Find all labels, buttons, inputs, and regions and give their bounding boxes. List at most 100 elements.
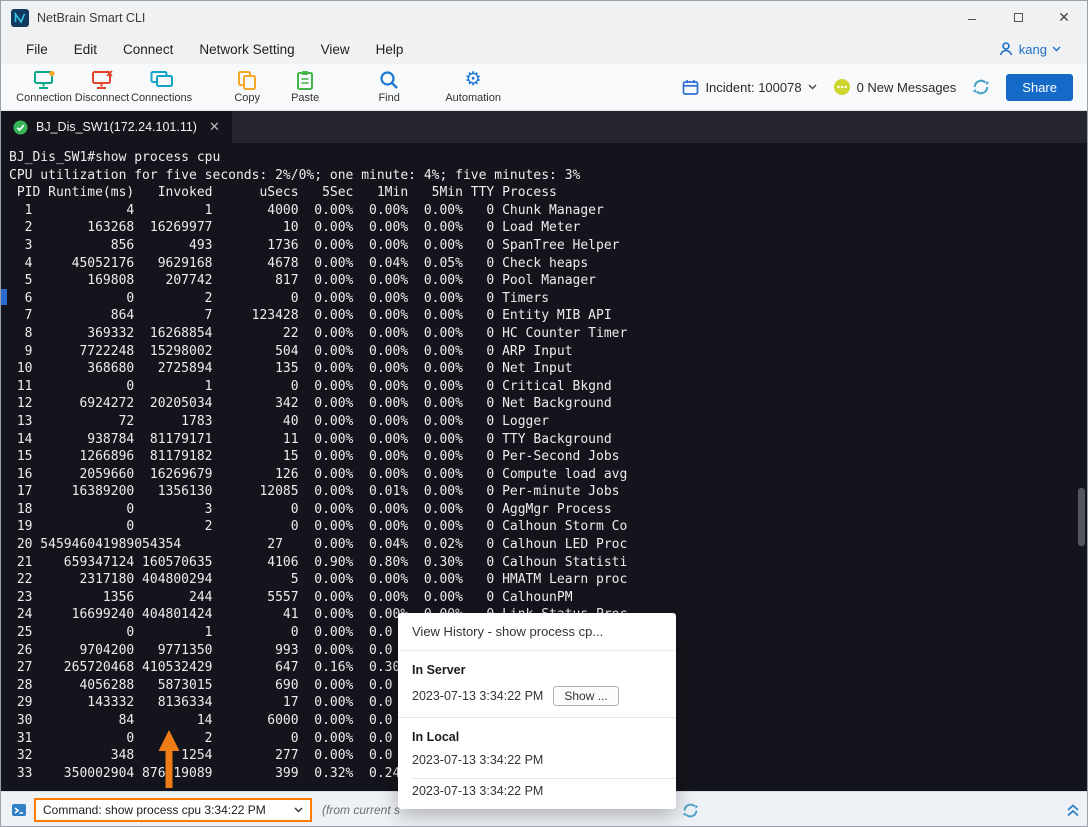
terminal-line: 19 0 2 0 0.00% 0.00% 0.00% 0 Calhoun Sto… xyxy=(9,518,1088,536)
terminal-scrollbar[interactable] xyxy=(1078,488,1085,546)
copy-button[interactable]: Copy xyxy=(218,65,276,110)
terminal-line: 12 6924272 20205034 342 0.00% 0.00% 0.00… xyxy=(9,395,1088,413)
sync-icon[interactable] xyxy=(972,78,990,96)
terminal-line: 1 4 1 4000 0.00% 0.00% 0.00% 0 Chunk Man… xyxy=(9,202,1088,220)
messages-indicator[interactable]: 0 New Messages xyxy=(833,78,957,96)
minimize-icon: – xyxy=(968,10,976,26)
terminal-line: 21 659347124 160570635 4106 0.90% 0.80% … xyxy=(9,554,1088,572)
terminal-line: 23 1356 244 5557 0.00% 0.00% 0.00% 0 Cal… xyxy=(9,589,1088,607)
automation-label: Automation xyxy=(445,92,501,104)
menu-network-setting[interactable]: Network Setting xyxy=(186,38,307,61)
terminal-line: 9 7722248 15298002 504 0.00% 0.00% 0.00%… xyxy=(9,343,1088,361)
connections-label: Connections xyxy=(131,92,192,104)
netbrain-logo-icon xyxy=(11,9,29,27)
share-button[interactable]: Share xyxy=(1006,74,1073,101)
close-button[interactable]: ✕ xyxy=(1041,1,1087,34)
terminal-line: 3 856 493 1736 0.00% 0.00% 0.00% 0 SpanT… xyxy=(9,237,1088,255)
automation-gear-icon: ⚙ xyxy=(465,70,482,90)
calendar-icon xyxy=(682,79,699,96)
paste-label: Paste xyxy=(291,92,319,104)
incident-dropdown[interactable]: Incident: 100078 xyxy=(682,79,816,96)
terminal-line: 20 545946041989054354 27 0.00% 0.04% 0.0… xyxy=(9,536,1088,554)
terminal-line: 4 45052176 9629168 4678 0.00% 0.04% 0.05… xyxy=(9,255,1088,273)
menu-view[interactable]: View xyxy=(308,38,363,61)
command-label: Command: show process cpu 3:34:22 PM xyxy=(43,803,266,817)
popup-title: View History - show process cp... xyxy=(398,613,676,651)
connections-button[interactable]: Connections xyxy=(131,65,192,110)
menu-help[interactable]: Help xyxy=(363,38,417,61)
copy-icon xyxy=(237,70,257,90)
chevron-down-icon xyxy=(294,807,303,813)
automation-button[interactable]: ⚙ Automation xyxy=(444,65,502,110)
tab-title: BJ_Dis_SW1(172.24.101.11) xyxy=(36,120,197,134)
collapse-panel-icon[interactable] xyxy=(1065,802,1081,818)
terminal-line: 16 2059660 16269679 126 0.00% 0.00% 0.00… xyxy=(9,466,1088,484)
tab-bar: BJ_Dis_SW1(172.24.101.11) ✕ xyxy=(1,111,1087,143)
local-history-time: 2023-07-13 3:34:22 PM xyxy=(412,753,543,767)
user-menu[interactable]: kang xyxy=(998,41,1075,57)
find-icon xyxy=(379,70,399,90)
menu-connect[interactable]: Connect xyxy=(110,38,186,61)
session-tab[interactable]: BJ_Dis_SW1(172.24.101.11) ✕ xyxy=(1,111,232,143)
terminal-line: 8 369332 16268854 22 0.00% 0.00% 0.00% 0… xyxy=(9,325,1088,343)
terminal-line: PID Runtime(ms) Invoked uSecs 5Sec 1Min … xyxy=(9,184,1088,202)
user-name: kang xyxy=(1019,42,1047,57)
popup-section-in-local: In Local xyxy=(398,718,676,748)
copy-label: Copy xyxy=(234,92,260,104)
chevron-down-icon xyxy=(1052,46,1061,52)
terminal-line: 7 864 7 123428 0.00% 0.00% 0.00% 0 Entit… xyxy=(9,307,1088,325)
connected-check-icon xyxy=(13,120,28,135)
terminal-row-marker xyxy=(1,289,7,305)
view-history-popup: View History - show process cp... In Ser… xyxy=(398,613,676,809)
connection-label: Connection xyxy=(16,92,72,104)
tab-close-icon[interactable]: ✕ xyxy=(209,119,220,135)
disconnect-label: Disconnect xyxy=(75,92,129,104)
chevron-down-icon xyxy=(808,84,817,90)
prompt-icon[interactable] xyxy=(11,802,27,818)
message-icon xyxy=(833,78,851,96)
local-history-item[interactable]: 2023-07-13 3:34:22 PM xyxy=(398,748,676,778)
user-icon xyxy=(998,41,1014,57)
terminal-line: 15 1266896 81179182 15 0.00% 0.00% 0.00%… xyxy=(9,448,1088,466)
terminal-line: 22 2317180 404800294 5 0.00% 0.00% 0.00%… xyxy=(9,571,1088,589)
menu-bar: File Edit Connect Network Setting View H… xyxy=(1,34,1087,64)
app-window: NetBrain Smart CLI – ✕ File Edit Connect… xyxy=(0,0,1088,827)
maximize-icon xyxy=(1014,13,1023,22)
terminal-line: CPU utilization for five seconds: 2%/0%;… xyxy=(9,167,1088,185)
command-history-dropdown[interactable]: Command: show process cpu 3:34:22 PM xyxy=(34,798,312,822)
terminal-line: 10 368680 2725894 135 0.00% 0.00% 0.00% … xyxy=(9,360,1088,378)
toolbar: Connection Disconnect Connections Copy xyxy=(1,64,1087,111)
terminal-line: 2 163268 16269977 10 0.00% 0.00% 0.00% 0… xyxy=(9,219,1088,237)
terminal-line: 18 0 3 0 0.00% 0.00% 0.00% 0 AggMgr Proc… xyxy=(9,501,1088,519)
connection-button[interactable]: Connection xyxy=(15,65,73,110)
menu-file[interactable]: File xyxy=(13,38,61,61)
command-source-hint: (from current s xyxy=(322,803,400,817)
terminal-line: 14 938784 81179171 11 0.00% 0.00% 0.00% … xyxy=(9,431,1088,449)
terminal-line: BJ_Dis_SW1#show process cpu xyxy=(9,149,1088,167)
minimize-button[interactable]: – xyxy=(949,1,995,34)
paste-icon xyxy=(296,70,314,90)
popup-section-in-server: In Server xyxy=(398,651,676,681)
annotation-arrow-up-icon xyxy=(156,729,182,791)
refresh-icon[interactable] xyxy=(682,802,699,819)
terminal-line: 6 0 2 0 0.00% 0.00% 0.00% 0 Timers xyxy=(9,290,1088,308)
incident-label: Incident: 100078 xyxy=(705,80,801,95)
find-label: Find xyxy=(378,92,399,104)
terminal-line: 13 72 1783 40 0.00% 0.00% 0.00% 0 Logger xyxy=(9,413,1088,431)
maximize-button[interactable] xyxy=(995,1,1041,34)
disconnect-icon xyxy=(91,70,113,90)
show-button[interactable]: Show ... xyxy=(553,686,618,706)
terminal-line: 17 16389200 1356130 12085 0.00% 0.01% 0.… xyxy=(9,483,1088,501)
server-history-item[interactable]: 2023-07-13 3:34:22 PM Show ... xyxy=(398,681,676,717)
disconnect-button[interactable]: Disconnect xyxy=(73,65,131,110)
messages-label: 0 New Messages xyxy=(857,80,957,95)
menu-edit[interactable]: Edit xyxy=(61,38,110,61)
title-bar: NetBrain Smart CLI – ✕ xyxy=(1,1,1087,34)
local-history-time: 2023-07-13 3:34:22 PM xyxy=(412,784,543,798)
local-history-item[interactable]: 2023-07-13 3:34:22 PM xyxy=(398,779,676,809)
paste-button[interactable]: Paste xyxy=(276,65,334,110)
find-button[interactable]: Find xyxy=(360,65,418,110)
connection-icon xyxy=(33,70,55,90)
connections-icon xyxy=(150,70,174,90)
window-title: NetBrain Smart CLI xyxy=(37,11,145,25)
